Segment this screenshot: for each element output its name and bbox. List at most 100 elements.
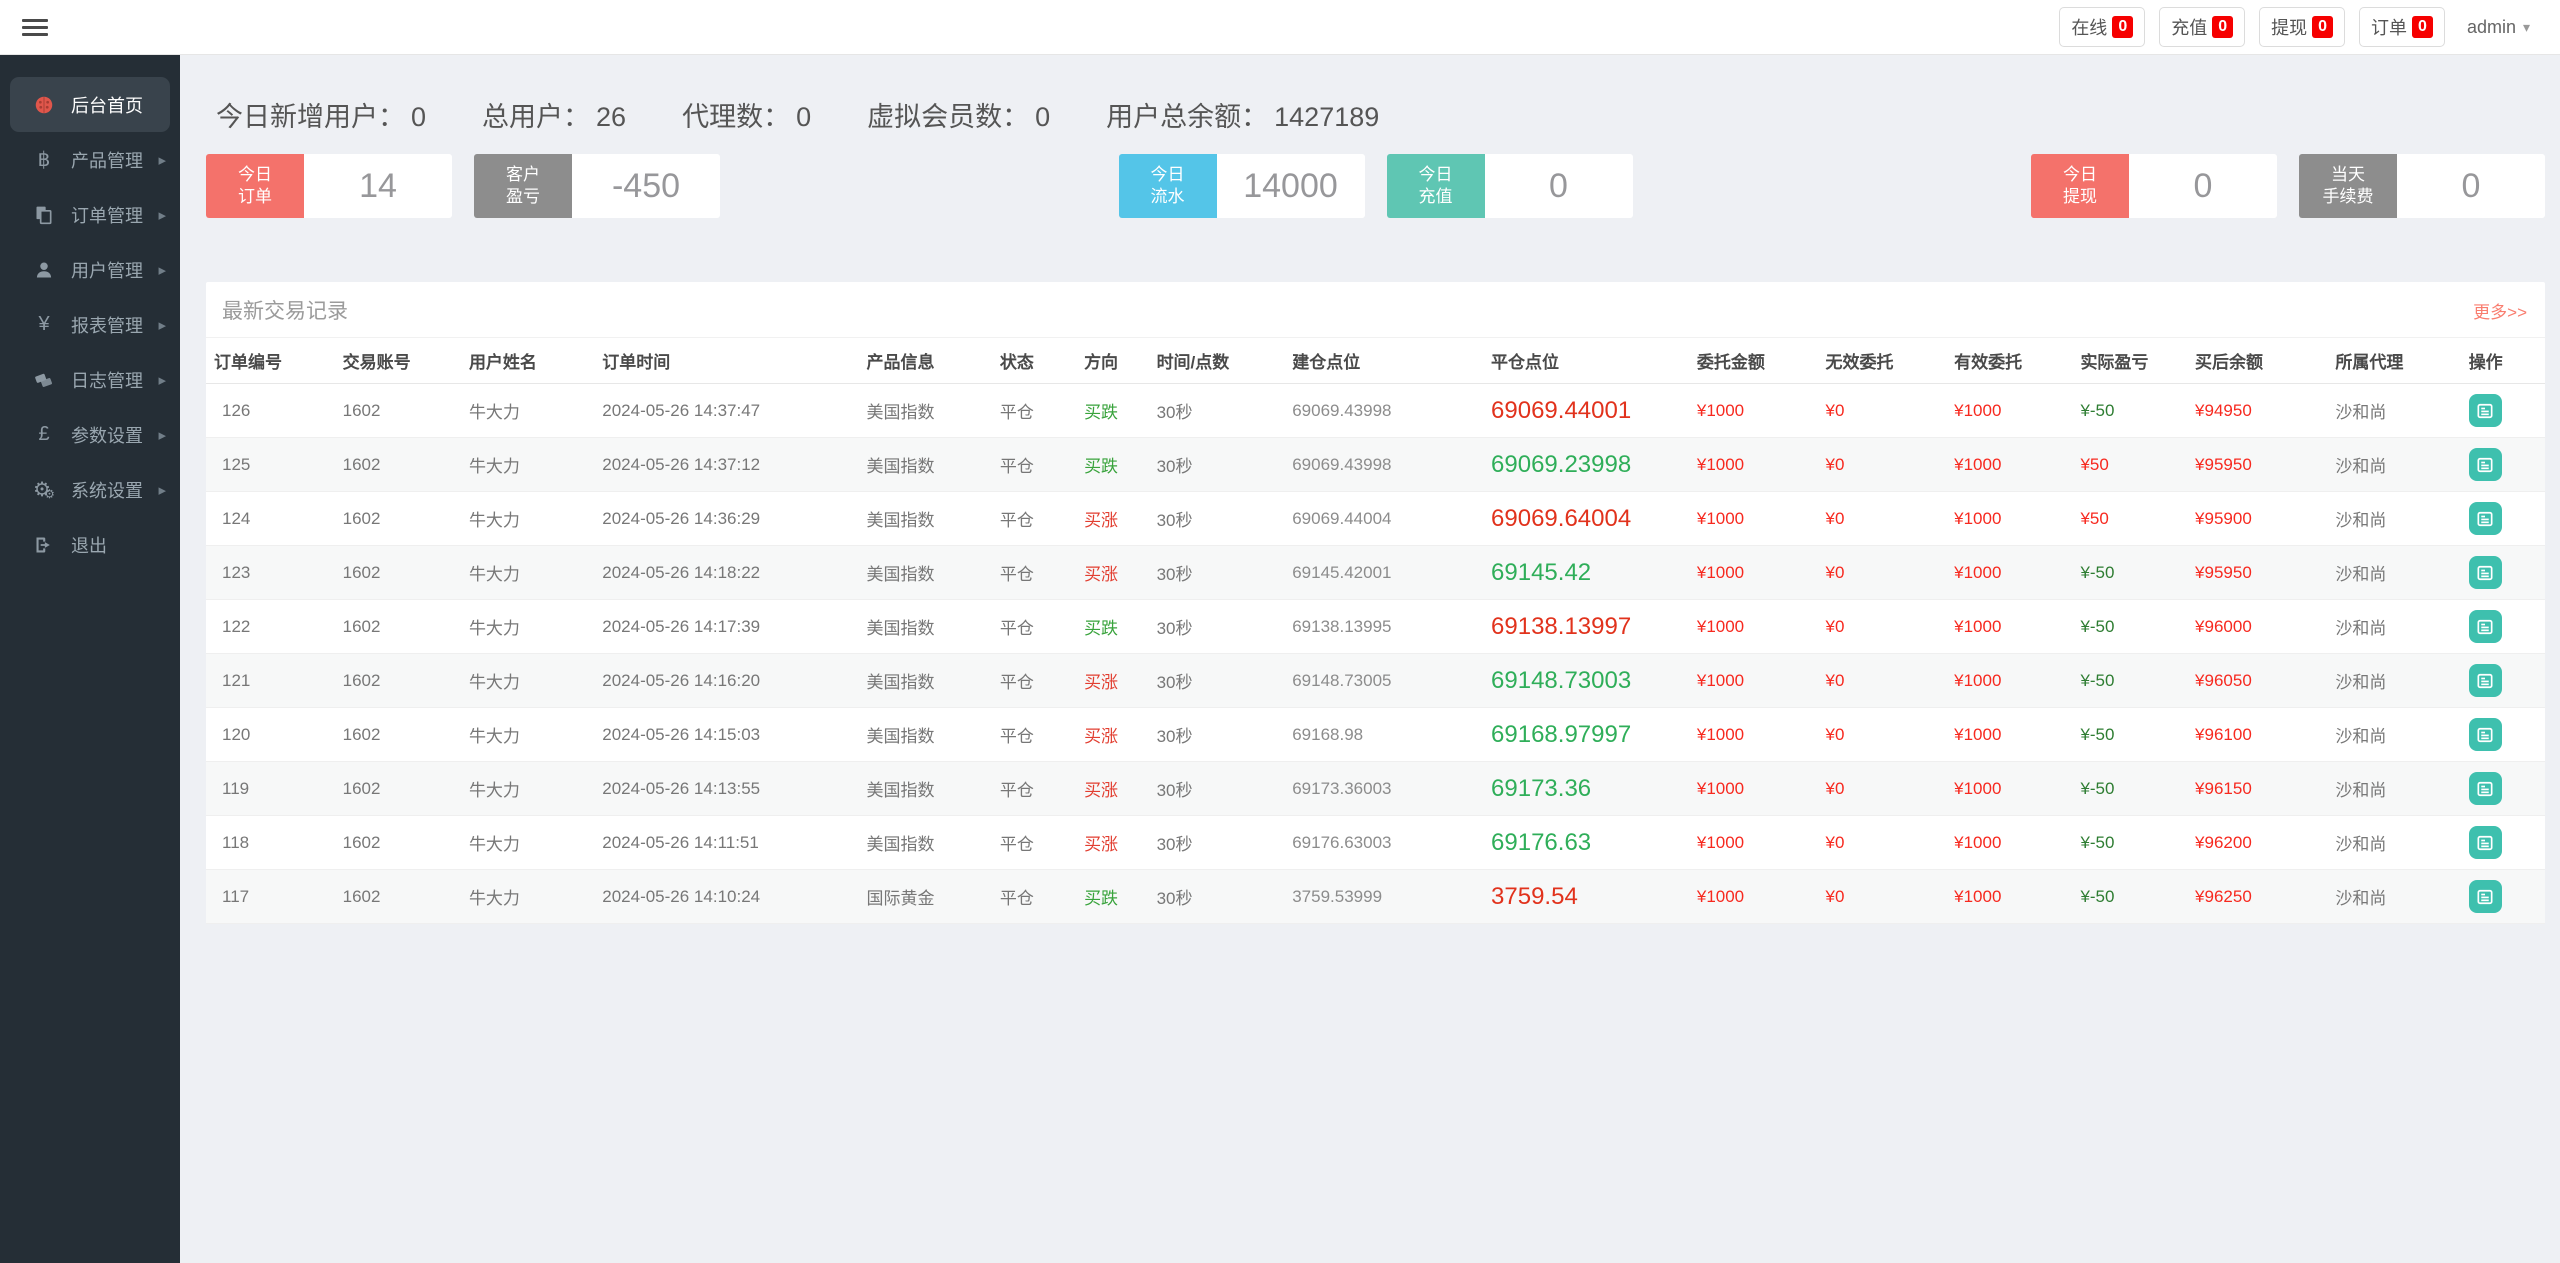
list-icon [2475,779,2495,799]
cell-pnl: ¥50 [2072,438,2187,492]
sidebar-item-system[interactable]: ⚙⚙ 系统设置 ▸ [0,462,180,517]
cell-pnl: ¥50 [2072,492,2187,546]
cell-status: 平仓 [992,546,1076,600]
sidebar-item-logs[interactable]: 日志管理 ▸ [0,352,180,407]
cell-valid: ¥1000 [1946,384,2072,438]
chevron-right-icon: ▸ [158,426,166,444]
cell-open-price: 69145.42001 [1284,546,1483,600]
cell-invalid: ¥0 [1818,870,1947,924]
sidebar-item-dashboard[interactable]: 后台首页 [10,77,170,132]
cell-invalid: ¥0 [1818,546,1947,600]
counter-pill[interactable]: 提现 0 [2259,7,2345,47]
cell-valid: ¥1000 [1946,492,2072,546]
cell-agent: 沙和尚 [2327,654,2460,708]
cell-actions [2461,870,2545,924]
sidebar-item-products[interactable]: ฿ 产品管理 ▸ [0,132,180,187]
sidebar-item-label: 系统设置 [71,477,143,503]
cell-open-price: 69069.44004 [1284,492,1483,546]
menu-toggle-icon[interactable] [22,15,50,40]
cell-open-price: 69173.36003 [1284,762,1483,816]
cell-close-price: 69173.36 [1483,762,1689,816]
card-value: 14 [304,154,452,218]
sidebar-item-parameters[interactable]: £ 参数设置 ▸ [0,407,180,462]
summary-card: 客户 盈亏 -450 [474,154,720,218]
stat-label: 总用户 [482,95,563,134]
cell-order-time: 2024-05-26 14:37:47 [594,384,858,438]
stat-value: 0 [796,102,811,133]
cell-duration: 30秒 [1149,816,1285,870]
counter-pill[interactable]: 在线 0 [2059,7,2145,47]
cell-agent: 沙和尚 [2327,816,2460,870]
view-detail-button[interactable] [2469,556,2502,589]
cell-direction: 买涨 [1076,762,1149,816]
list-icon [2475,509,2495,529]
view-detail-button[interactable] [2469,502,2502,535]
chevron-down-icon: ▾ [2523,19,2530,36]
cell-account: 1602 [335,546,461,600]
list-icon [2475,833,2495,853]
cell-amount: ¥1000 [1689,654,1818,708]
column-header: 订单时间 [594,338,858,384]
cell-invalid: ¥0 [1818,654,1947,708]
cell-username: 牛大力 [461,600,594,654]
view-detail-button[interactable] [2469,880,2502,913]
more-link[interactable]: 更多>> [2473,298,2527,323]
cell-product: 美国指数 [859,708,992,762]
table-body: 126 1602 牛大力 2024-05-26 14:37:47 美国指数 平仓… [206,384,2545,924]
user-icon [30,260,58,280]
view-detail-button[interactable] [2469,610,2502,643]
counter-badge: 0 [2112,16,2133,38]
trades-panel: 最新交易记录 更多>> 订单编号交易账号用户姓名订单时间产品信息状态方向时间/点… [206,282,2545,924]
cell-valid: ¥1000 [1946,438,2072,492]
column-header: 建仓点位 [1284,338,1483,384]
cell-agent: 沙和尚 [2327,708,2460,762]
user-menu[interactable]: admin ▾ [2459,11,2538,44]
view-detail-button[interactable] [2469,664,2502,697]
overview-stats: 今日新增用户： 0 总用户： 26 代理数： 0 虚拟会员数： 0 [216,95,2545,134]
column-header: 实际盈亏 [2072,338,2187,384]
card-label: 今日 流水 [1119,154,1217,218]
sidebar-item-logout[interactable]: 退出 [0,517,180,572]
column-header: 操作 [2461,338,2545,384]
sidebar-item-orders[interactable]: 订单管理 ▸ [0,187,180,242]
cell-balance: ¥95950 [2187,546,2327,600]
cell-actions [2461,600,2545,654]
cell-username: 牛大力 [461,762,594,816]
counter-pill[interactable]: 订单 0 [2359,7,2445,47]
trades-table: 订单编号交易账号用户姓名订单时间产品信息状态方向时间/点数建仓点位平仓点位委托金… [206,338,2545,924]
column-header: 时间/点数 [1149,338,1285,384]
stat-value: 0 [411,102,426,133]
cell-invalid: ¥0 [1818,438,1947,492]
cell-account: 1602 [335,492,461,546]
cell-direction: 买涨 [1076,492,1149,546]
overview-stat: 今日新增用户： 0 [216,95,426,134]
sidebar-item-reports[interactable]: ¥ 报表管理 ▸ [0,297,180,352]
summary-card: 今日 订单 14 [206,154,452,218]
cell-product: 美国指数 [859,546,992,600]
counter-label: 订单 [2371,14,2407,40]
stat-colon: ： [378,95,405,134]
cell-order-id: 125 [206,438,335,492]
cell-open-price: 69176.63003 [1284,816,1483,870]
cell-username: 牛大力 [461,870,594,924]
cell-open-price: 3759.53999 [1284,870,1483,924]
cell-actions [2461,492,2545,546]
view-detail-button[interactable] [2469,718,2502,751]
sidebar-item-users[interactable]: 用户管理 ▸ [0,242,180,297]
cell-account: 1602 [335,708,461,762]
cell-agent: 沙和尚 [2327,384,2460,438]
column-header: 用户姓名 [461,338,594,384]
view-detail-button[interactable] [2469,448,2502,481]
cell-status: 平仓 [992,708,1076,762]
counter-pill[interactable]: 充值 0 [2159,7,2245,47]
cell-duration: 30秒 [1149,654,1285,708]
sidebar-item-label: 订单管理 [71,202,143,228]
sidebar-item-label: 用户管理 [71,257,143,283]
cell-duration: 30秒 [1149,870,1285,924]
view-detail-button[interactable] [2469,826,2502,859]
cell-order-time: 2024-05-26 14:11:51 [594,816,858,870]
stat-colon: ： [563,95,590,134]
view-detail-button[interactable] [2469,772,2502,805]
cell-product: 美国指数 [859,816,992,870]
view-detail-button[interactable] [2469,394,2502,427]
